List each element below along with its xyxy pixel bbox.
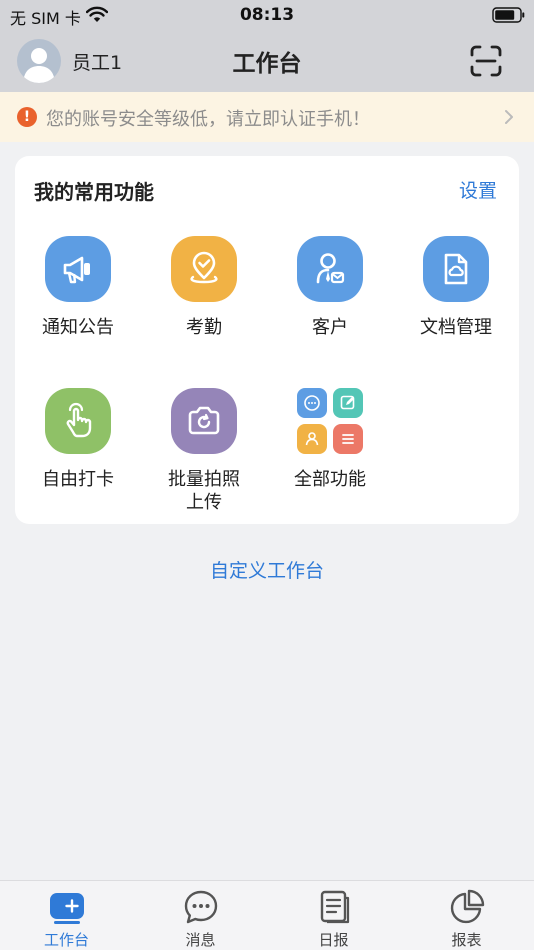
function-customer[interactable]: 客户 [267, 236, 393, 339]
tab-reports[interactable]: 报表 [400, 881, 533, 950]
common-functions-card: 我的常用功能 设置 通知公告 考勤 客户 文档管理 自由打卡 批量拍照 上传 全… [15, 156, 519, 524]
security-alert-banner[interactable]: ! 您的账号安全等级低，请立即认证手机！ [0, 92, 534, 142]
function-label: 考勤 [186, 317, 222, 338]
edit-mini-icon [333, 388, 363, 418]
chat-mini-icon [297, 388, 327, 418]
settings-link[interactable]: 设置 [459, 176, 497, 203]
card-title: 我的常用功能 [34, 180, 154, 204]
function-free-clock-in[interactable]: 自由打卡 [15, 388, 141, 491]
function-all[interactable]: 全部功能 [267, 388, 393, 491]
customer-icon [297, 236, 363, 302]
function-attendance[interactable]: 考勤 [141, 236, 267, 339]
tab-label: 工作台 [43, 931, 89, 949]
workbench-icon [49, 893, 84, 924]
function-label: 全部功能 [294, 469, 366, 490]
function-label: 文档管理 [420, 317, 492, 338]
status-bar: 无 SIM 卡 08:13 [0, 0, 534, 30]
function-label-line1: 批量拍照 [168, 469, 240, 490]
camera-refresh-icon [171, 388, 237, 454]
page-title: 工作台 [232, 51, 302, 77]
function-label: 自由打卡 [42, 469, 114, 490]
warning-icon: ! [17, 107, 37, 127]
function-label: 批量拍照 上传 [141, 468, 267, 514]
list-mini-icon [333, 424, 363, 454]
customize-workbench-link[interactable]: 自定义工作台 [0, 556, 534, 583]
nav-bar: 员工1 工作台 [0, 30, 534, 92]
daily-report-icon [320, 890, 349, 924]
function-label: 客户 [312, 317, 348, 338]
scan-icon [470, 45, 502, 77]
battery-icon [492, 7, 525, 23]
function-label: 通知公告 [42, 317, 114, 338]
tab-messages[interactable]: 消息 [134, 881, 267, 950]
pie-chart-icon [450, 889, 484, 924]
tab-label: 日报 [318, 931, 349, 949]
scan-button[interactable] [468, 43, 504, 79]
document-cloud-icon [423, 236, 489, 302]
tab-label: 报表 [451, 931, 482, 949]
status-time: 08:13 [239, 5, 295, 25]
function-label-line2: 上传 [186, 492, 222, 513]
function-notice[interactable]: 通知公告 [15, 236, 141, 339]
all-functions-grid-icon [297, 388, 363, 454]
megaphone-icon [45, 236, 111, 302]
location-check-icon [171, 236, 237, 302]
hand-tap-icon [45, 388, 111, 454]
person-mini-icon [297, 424, 327, 454]
tab-label: 消息 [185, 931, 216, 949]
function-documents[interactable]: 文档管理 [393, 236, 519, 339]
message-icon [184, 890, 217, 924]
tab-workbench[interactable]: 工作台 [0, 881, 133, 950]
tab-daily-report[interactable]: 日报 [267, 881, 400, 950]
bottom-tab-bar: 工作台 消息 日报 报表 [0, 880, 534, 950]
function-batch-photo-upload[interactable]: 批量拍照 上传 [141, 388, 267, 514]
alert-text: 您的账号安全等级低，请立即认证手机！ [46, 109, 370, 130]
chevron-right-icon [505, 110, 513, 124]
